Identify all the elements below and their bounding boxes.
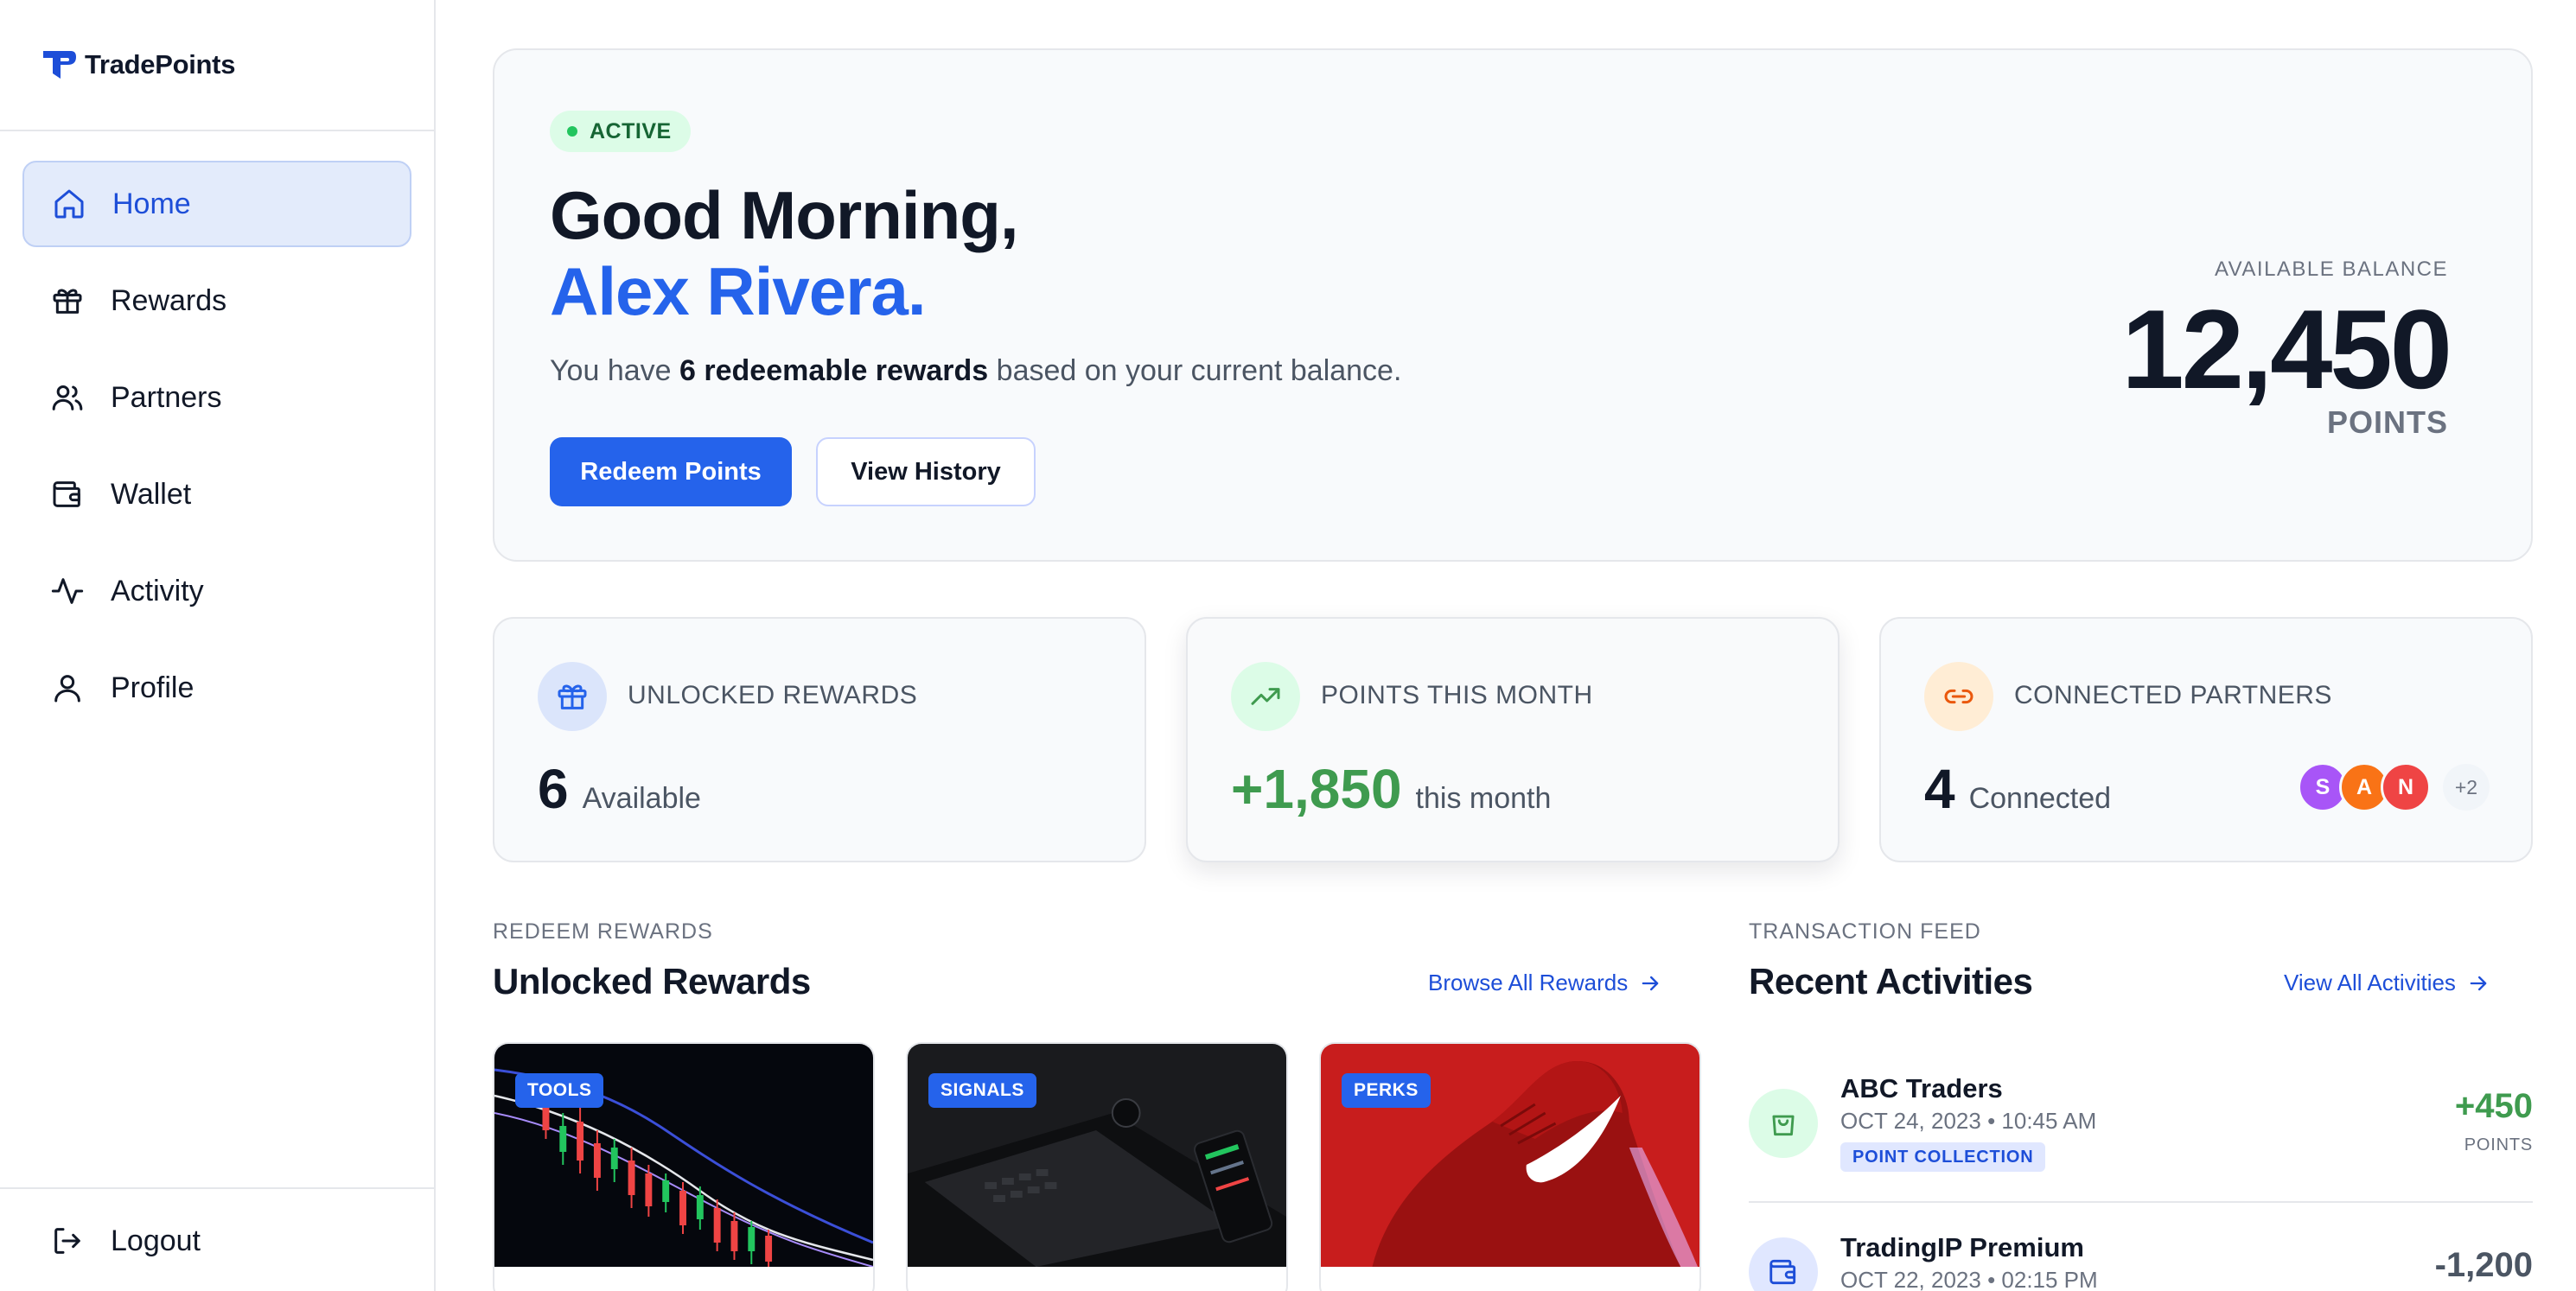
browse-all-rewards-link[interactable]: Browse All Rewards bbox=[1428, 970, 1662, 996]
activity-tag: POINT COLLECTION bbox=[1840, 1142, 2046, 1172]
balance-unit: POINTS bbox=[2326, 404, 2448, 440]
sidebar-item-wallet[interactable]: Wallet bbox=[22, 451, 411, 537]
sidebar-item-profile[interactable]: Profile bbox=[22, 645, 411, 731]
activity-icon bbox=[50, 574, 85, 608]
redeemable-summary: You have 6 redeemable rewards based on y… bbox=[550, 354, 1401, 388]
activity-amount: +450 bbox=[2454, 1087, 2533, 1125]
activity-eyebrow: TRANSACTION FEED bbox=[1749, 919, 1981, 944]
reward-card-perks[interactable]: PERKS bbox=[1319, 1042, 1701, 1291]
welcome-card: ACTIVE Good Morning, Alex Rivera. You ha… bbox=[493, 48, 2533, 562]
summary-prefix: You have bbox=[550, 354, 672, 387]
sidebar-item-home[interactable]: Home bbox=[22, 161, 411, 247]
gift-icon bbox=[538, 662, 607, 731]
main-content: ACTIVE Good Morning, Alex Rivera. You ha… bbox=[436, 0, 2576, 1291]
stat-unit: Connected bbox=[1968, 782, 2112, 815]
rewards-eyebrow: REDEEM REWARDS bbox=[493, 919, 713, 944]
status-label: ACTIVE bbox=[590, 118, 672, 143]
redeem-points-button[interactable]: Redeem Points bbox=[550, 437, 792, 506]
sidebar-item-activity[interactable]: Activity bbox=[22, 548, 411, 634]
sidebar-item-partners[interactable]: Partners bbox=[22, 354, 411, 441]
balance-value: 12,450 bbox=[2121, 286, 2452, 412]
stat-number: 4 bbox=[1924, 758, 1955, 820]
reward-card-tools[interactable]: TOOLS bbox=[493, 1042, 875, 1291]
stat-value: 4 Connected bbox=[1924, 757, 2111, 821]
stat-label: CONNECTED PARTNERS bbox=[2014, 681, 2332, 709]
stat-card-unlocked-rewards[interactable]: UNLOCKED REWARDS 6 Available bbox=[493, 617, 1146, 862]
partner-avatars[interactable]: S A N +2 bbox=[2298, 762, 2490, 812]
stat-label: POINTS THIS MONTH bbox=[1321, 681, 1593, 709]
stat-card-connected-partners[interactable]: CONNECTED PARTNERS 4 Connected S A N +2 bbox=[1879, 617, 2533, 862]
link-icon bbox=[1924, 662, 1993, 731]
activity-amount-unit: POINTS bbox=[2464, 1135, 2533, 1154]
sidebar-item-label: Home bbox=[112, 187, 191, 220]
gift-icon bbox=[50, 283, 85, 318]
stat-value: 6 Available bbox=[538, 757, 701, 821]
arrow-right-icon bbox=[1642, 976, 1659, 990]
logout-icon bbox=[50, 1224, 85, 1258]
reward-tag: TOOLS bbox=[515, 1073, 604, 1108]
stat-unit: Available bbox=[582, 782, 701, 815]
status-dot bbox=[567, 126, 577, 137]
sidebar: TradePoints Home Rewards Partners Wallet bbox=[0, 0, 436, 1291]
sidebar-item-rewards[interactable]: Rewards bbox=[22, 258, 411, 344]
shopping-bag-icon bbox=[1749, 1089, 1818, 1158]
reward-tag: SIGNALS bbox=[928, 1073, 1036, 1108]
sidebar-nav: Home Rewards Partners Wallet Activity Pr… bbox=[0, 131, 434, 731]
view-all-activities-label: View All Activities bbox=[2284, 970, 2456, 995]
greeting-text: Good Morning, bbox=[550, 177, 1019, 253]
view-all-activities-link[interactable]: View All Activities bbox=[2284, 970, 2490, 996]
reward-tag: PERKS bbox=[1342, 1073, 1431, 1108]
activity-name: TradingIP Premium bbox=[1840, 1232, 2084, 1262]
stat-number: +1,850 bbox=[1231, 758, 1402, 820]
wallet-icon bbox=[50, 477, 85, 512]
brand-name: TradePoints bbox=[85, 49, 236, 79]
activity-item[interactable]: ABC Traders OCT 24, 2023 • 10:45 AM POIN… bbox=[1749, 1053, 2533, 1203]
summary-highlight: 6 redeemable rewards bbox=[679, 354, 989, 387]
user-name: Alex Rivera. bbox=[550, 253, 927, 329]
tradepoints-logo-icon bbox=[43, 51, 76, 79]
rewards-section-title: Unlocked Rewards bbox=[493, 961, 811, 1002]
sidebar-footer: Logout bbox=[0, 1187, 434, 1291]
logout-button[interactable]: Logout bbox=[22, 1198, 411, 1284]
trending-up-icon bbox=[1231, 662, 1300, 731]
stat-value: +1,850 this month bbox=[1231, 757, 1551, 821]
sidebar-item-label: Rewards bbox=[111, 283, 227, 317]
home-icon bbox=[52, 187, 86, 221]
sidebar-item-label: Wallet bbox=[111, 477, 192, 511]
sidebar-item-label: Activity bbox=[111, 574, 204, 607]
reward-card-signals[interactable]: SIGNALS bbox=[906, 1042, 1288, 1291]
sidebar-item-label: Profile bbox=[111, 671, 194, 704]
arrow-right-icon bbox=[2470, 976, 2487, 990]
activity-amount: -1,200 bbox=[2434, 1246, 2533, 1284]
wallet-icon bbox=[1749, 1237, 1818, 1291]
logout-label: Logout bbox=[111, 1224, 201, 1257]
status-badge: ACTIVE bbox=[550, 111, 691, 152]
activity-name: ABC Traders bbox=[1840, 1073, 2003, 1103]
more-partners-count: +2 bbox=[2443, 764, 2490, 811]
user-icon bbox=[50, 671, 85, 705]
summary-suffix: based on your current balance. bbox=[996, 354, 1402, 387]
activity-section-title: Recent Activities bbox=[1749, 961, 2033, 1002]
sidebar-item-label: Partners bbox=[111, 380, 222, 414]
activity-date: OCT 24, 2023 • 10:45 AM bbox=[1840, 1108, 2097, 1134]
stat-label: UNLOCKED REWARDS bbox=[628, 681, 918, 709]
browse-all-rewards-label: Browse All Rewards bbox=[1428, 970, 1629, 995]
users-icon bbox=[50, 380, 85, 415]
avatar: N bbox=[2381, 762, 2431, 812]
stat-card-points-this-month[interactable]: POINTS THIS MONTH +1,850 this month bbox=[1186, 617, 1840, 862]
stat-unit: this month bbox=[1415, 782, 1552, 815]
brand-logo[interactable]: TradePoints bbox=[0, 0, 434, 131]
balance-label: AVAILABLE BALANCE bbox=[2214, 258, 2448, 281]
activity-item[interactable]: TradingIP Premium OCT 22, 2023 • 02:15 P… bbox=[1749, 1203, 2533, 1291]
stat-number: 6 bbox=[538, 758, 569, 820]
activity-date: OCT 22, 2023 • 02:15 PM bbox=[1840, 1267, 2098, 1291]
view-history-button[interactable]: View History bbox=[816, 437, 1036, 506]
